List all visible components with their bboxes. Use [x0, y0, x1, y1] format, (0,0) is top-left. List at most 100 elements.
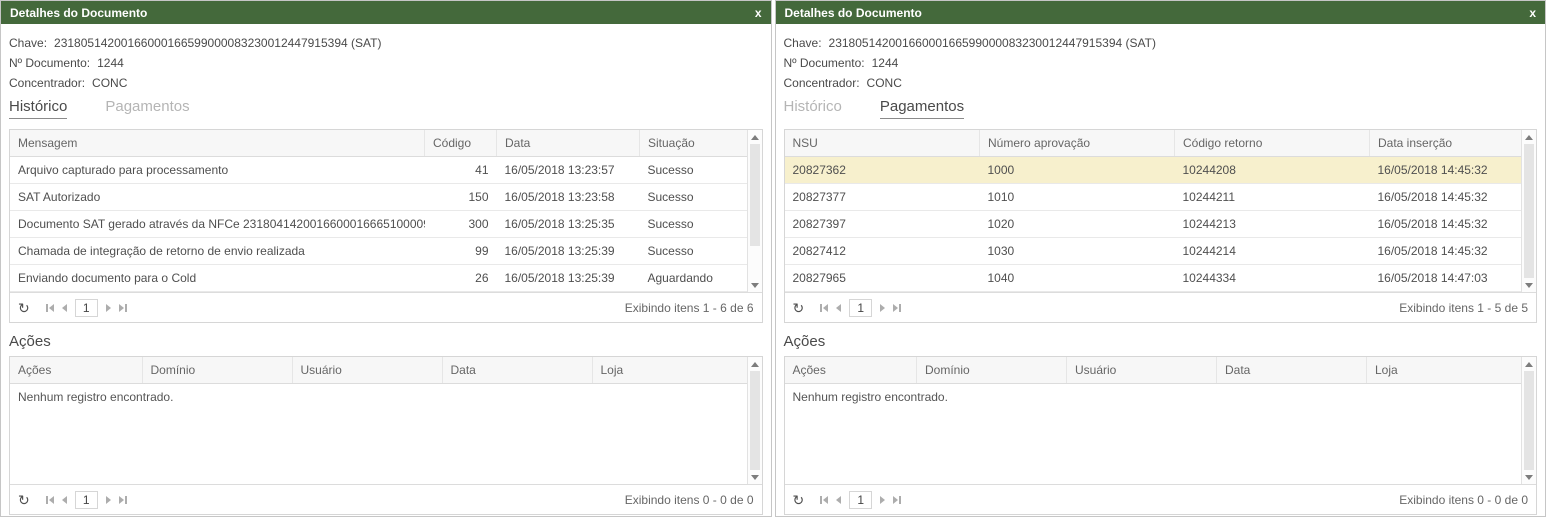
first-page-button[interactable] — [46, 496, 54, 504]
tab-pagamentos[interactable]: Pagamentos — [105, 98, 189, 119]
scroll-thumb[interactable] — [750, 144, 760, 246]
table-row[interactable]: Arquivo capturado para processamento4116… — [10, 156, 747, 183]
table-cell: 10244208 — [1175, 156, 1370, 183]
refresh-icon[interactable]: ↻ — [18, 493, 30, 507]
last-page-button[interactable] — [893, 496, 901, 504]
table-row[interactable]: 2082796510401024433416/05/2018 14:47:03 — [785, 264, 1522, 291]
table-cell: Aguardando — [640, 264, 747, 291]
column-header[interactable]: Situação — [640, 130, 747, 156]
table-row[interactable]: 2082737710101024421116/05/2018 14:45:32 — [785, 183, 1522, 210]
scroll-up-icon[interactable] — [748, 130, 762, 144]
current-page[interactable]: 1 — [75, 491, 98, 509]
table-cell: 26 — [425, 264, 497, 291]
field-value: 2318051420016600016659900008323001244791… — [54, 36, 381, 50]
refresh-icon[interactable]: ↻ — [18, 301, 30, 315]
table-row[interactable]: Documento SAT gerado através da NFCe 231… — [10, 210, 747, 237]
column-header[interactable]: Domínio — [917, 357, 1067, 383]
next-page-button[interactable] — [106, 304, 111, 312]
prev-page-button[interactable] — [62, 496, 67, 504]
acoes-grid: AçõesDomínioUsuárioDataLojaNenhum regist… — [784, 356, 1538, 515]
first-page-button[interactable] — [820, 304, 828, 312]
table-row[interactable]: 2082741210301024421416/05/2018 14:45:32 — [785, 237, 1522, 264]
refresh-icon[interactable]: ↻ — [793, 493, 805, 507]
table-cell: 1000 — [980, 156, 1175, 183]
vertical-scrollbar[interactable] — [747, 130, 762, 292]
column-header[interactable]: Usuário — [1067, 357, 1217, 383]
scroll-down-icon[interactable] — [748, 470, 762, 484]
table-cell: Sucesso — [640, 237, 747, 264]
close-icon[interactable]: x — [1529, 7, 1536, 19]
acoes-table: AçõesDomínioUsuárioDataLojaNenhum regist… — [785, 357, 1522, 484]
dialog-titlebar[interactable]: Detalhes do Documento x — [1, 1, 771, 24]
last-page-button[interactable] — [119, 304, 127, 312]
vertical-scrollbar[interactable] — [747, 357, 762, 484]
table-row[interactable]: Enviando documento para o Cold2616/05/20… — [10, 264, 747, 291]
column-header[interactable]: Loja — [592, 357, 747, 383]
dialogs-container: Detalhes do Documento x Chave: 2318051420… — [0, 0, 1546, 517]
column-header[interactable]: Data — [1217, 357, 1367, 383]
acoes-section-title: Ações — [784, 333, 1538, 350]
field-concentrador: Concentrador:CONC — [784, 73, 1538, 93]
column-header[interactable]: Mensagem — [10, 130, 425, 156]
column-header[interactable]: Número aprovação — [980, 130, 1175, 156]
field-value: CONC — [867, 76, 902, 90]
column-header[interactable]: Ações — [10, 357, 142, 383]
prev-page-button[interactable] — [62, 304, 67, 312]
field-value: CONC — [92, 76, 127, 90]
column-header[interactable]: Data — [442, 357, 592, 383]
next-page-button[interactable] — [106, 496, 111, 504]
scroll-down-icon[interactable] — [1522, 278, 1536, 292]
table-cell: 10244213 — [1175, 210, 1370, 237]
history-table: MensagemCódigoDataSituaçãoArquivo captur… — [10, 130, 747, 292]
column-header[interactable]: Usuário — [292, 357, 442, 383]
scroll-up-icon[interactable] — [748, 357, 762, 371]
field-label: Concentrador: — [9, 76, 85, 90]
refresh-icon[interactable]: ↻ — [793, 301, 805, 315]
prev-page-button[interactable] — [836, 496, 841, 504]
table-cell: 16/05/2018 14:45:32 — [1370, 210, 1522, 237]
table-row[interactable]: SAT Autorizado15016/05/2018 13:23:58Suce… — [10, 183, 747, 210]
scroll-up-icon[interactable] — [1522, 357, 1536, 371]
dialog-titlebar[interactable]: Detalhes do Documento x — [776, 1, 1546, 24]
current-page[interactable]: 1 — [75, 299, 98, 317]
scroll-down-icon[interactable] — [1522, 470, 1536, 484]
current-page[interactable]: 1 — [849, 299, 872, 317]
scroll-thumb[interactable] — [1524, 144, 1534, 278]
column-header[interactable]: Código retorno — [1175, 130, 1370, 156]
scroll-thumb[interactable] — [1524, 371, 1534, 470]
current-page[interactable]: 1 — [849, 491, 872, 509]
column-header[interactable]: Data inserção — [1370, 130, 1522, 156]
close-icon[interactable]: x — [755, 7, 762, 19]
next-page-button[interactable] — [880, 496, 885, 504]
column-header[interactable]: NSU — [785, 130, 980, 156]
first-page-button[interactable] — [46, 304, 54, 312]
vertical-scrollbar[interactable] — [1521, 130, 1536, 292]
scroll-down-icon[interactable] — [748, 278, 762, 292]
prev-page-button[interactable] — [836, 304, 841, 312]
table-cell: 16/05/2018 13:23:58 — [497, 183, 640, 210]
scroll-up-icon[interactable] — [1522, 130, 1536, 144]
empty-message-row: Nenhum registro encontrado. — [785, 383, 1522, 410]
tab-historico[interactable]: Histórico — [9, 98, 67, 119]
first-page-button[interactable] — [820, 496, 828, 504]
vertical-scrollbar[interactable] — [1521, 357, 1536, 484]
last-page-button[interactable] — [893, 304, 901, 312]
column-header[interactable]: Loja — [1367, 357, 1522, 383]
last-page-button[interactable] — [119, 496, 127, 504]
scroll-thumb[interactable] — [750, 371, 760, 470]
table-cell: Arquivo capturado para processamento — [10, 156, 425, 183]
column-header[interactable]: Código — [425, 130, 497, 156]
field-label: Chave: — [9, 36, 47, 50]
table-row[interactable]: Chamada de integração de retorno de envi… — [10, 237, 747, 264]
table-row[interactable]: 2082739710201024421316/05/2018 14:45:32 — [785, 210, 1522, 237]
tab-pagamentos[interactable]: Pagamentos — [880, 98, 964, 119]
table-row[interactable]: 2082736210001024420816/05/2018 14:45:32 — [785, 156, 1522, 183]
field-chave: Chave: 2318051420016600016659900008323001… — [9, 33, 763, 53]
tab-historico[interactable]: Histórico — [784, 98, 842, 119]
column-header[interactable]: Data — [497, 130, 640, 156]
table-cell: 1030 — [980, 237, 1175, 264]
column-header[interactable]: Ações — [785, 357, 917, 383]
column-header[interactable]: Domínio — [142, 357, 292, 383]
next-page-button[interactable] — [880, 304, 885, 312]
pagamentos-table: NSUNúmero aprovaçãoCódigo retornoData in… — [785, 130, 1522, 292]
